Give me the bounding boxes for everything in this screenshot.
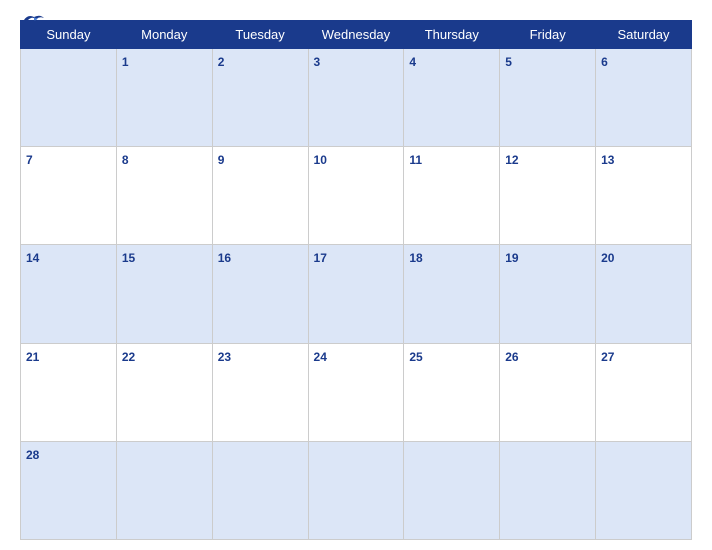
calendar-cell: 17 [308,245,404,343]
logo-bird-icon [22,12,46,28]
calendar-cell: 26 [500,343,596,441]
calendar-cell: 19 [500,245,596,343]
day-number: 16 [218,251,231,265]
day-number: 21 [26,350,39,364]
calendar-cell: 18 [404,245,500,343]
calendar-week-row: 1 2 3 4 5 6 [21,49,692,147]
calendar-cell: 22 [116,343,212,441]
day-number: 14 [26,251,39,265]
weekday-header-row: SundayMondayTuesdayWednesdayThursdayFrid… [21,21,692,49]
calendar-cell [21,49,117,147]
calendar-header [20,10,692,14]
logo [20,12,46,28]
calendar-cell: 14 [21,245,117,343]
calendar-cell [404,441,500,539]
day-number: 12 [505,153,518,167]
day-number: 24 [314,350,327,364]
day-number: 15 [122,251,135,265]
calendar-cell: 2 [212,49,308,147]
weekday-header-friday: Friday [500,21,596,49]
day-number: 2 [218,55,225,69]
day-number: 8 [122,153,129,167]
day-number: 17 [314,251,327,265]
weekday-header-wednesday: Wednesday [308,21,404,49]
calendar-cell: 15 [116,245,212,343]
calendar-cell: 4 [404,49,500,147]
calendar-cell: 11 [404,147,500,245]
day-number: 10 [314,153,327,167]
calendar-cell: 21 [21,343,117,441]
day-number: 13 [601,153,614,167]
day-number: 5 [505,55,512,69]
calendar-cell: 28 [21,441,117,539]
calendar-cell: 20 [596,245,692,343]
weekday-header-monday: Monday [116,21,212,49]
day-number: 28 [26,448,39,462]
day-number: 1 [122,55,129,69]
day-number: 3 [314,55,321,69]
day-number: 22 [122,350,135,364]
day-number: 25 [409,350,422,364]
calendar-cell: 7 [21,147,117,245]
calendar-cell [500,441,596,539]
calendar-cell: 9 [212,147,308,245]
day-number: 4 [409,55,416,69]
day-number: 26 [505,350,518,364]
calendar-cell: 5 [500,49,596,147]
day-number: 9 [218,153,225,167]
calendar-cell: 8 [116,147,212,245]
day-number: 23 [218,350,231,364]
calendar-cell: 10 [308,147,404,245]
calendar-week-row: 7 8 9 10 11 12 13 [21,147,692,245]
calendar-cell: 12 [500,147,596,245]
calendar-cell: 27 [596,343,692,441]
calendar-cell [308,441,404,539]
calendar-cell [116,441,212,539]
weekday-header-saturday: Saturday [596,21,692,49]
calendar-week-row: 28 [21,441,692,539]
calendar-table: SundayMondayTuesdayWednesdayThursdayFrid… [20,20,692,540]
calendar-week-row: 21 22 23 24 25 26 27 [21,343,692,441]
day-number: 7 [26,153,33,167]
calendar-cell [212,441,308,539]
day-number: 6 [601,55,608,69]
day-number: 11 [409,153,422,167]
calendar-cell [596,441,692,539]
calendar-cell: 24 [308,343,404,441]
day-number: 20 [601,251,614,265]
day-number: 27 [601,350,614,364]
calendar-cell: 1 [116,49,212,147]
weekday-header-thursday: Thursday [404,21,500,49]
calendar-week-row: 14 15 16 17 18 19 20 [21,245,692,343]
calendar-cell: 13 [596,147,692,245]
day-number: 18 [409,251,422,265]
day-number: 19 [505,251,518,265]
weekday-header-tuesday: Tuesday [212,21,308,49]
calendar-cell: 16 [212,245,308,343]
calendar-cell: 25 [404,343,500,441]
calendar-cell: 23 [212,343,308,441]
calendar-cell: 3 [308,49,404,147]
calendar-cell: 6 [596,49,692,147]
